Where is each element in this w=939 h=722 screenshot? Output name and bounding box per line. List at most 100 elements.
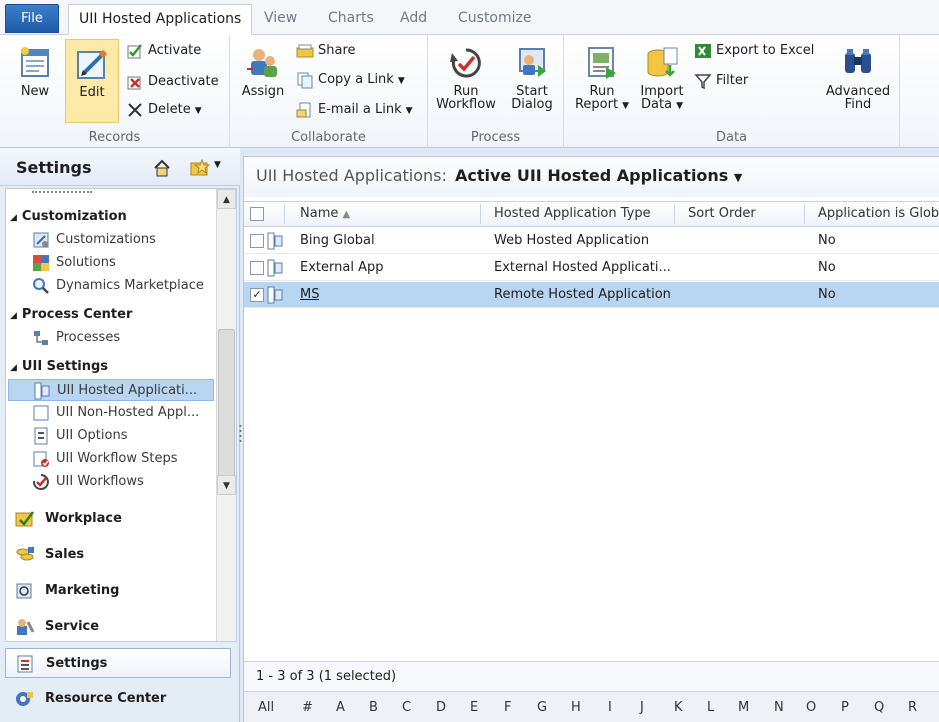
nav-item-customizations[interactable]: Customizations	[8, 229, 214, 251]
column-header-name[interactable]: Name ▲	[300, 202, 350, 226]
nav-item-uii-workflows[interactable]: UII Workflows	[8, 471, 214, 493]
tab-add[interactable]: Add	[390, 4, 437, 35]
row-checkbox[interactable]	[250, 261, 264, 275]
alpha-filter-f[interactable]: F	[504, 700, 511, 715]
email-link-button[interactable]: E-mail a Link ▼	[296, 99, 413, 121]
nav-list-scrollbar[interactable]: ▲ ▼	[216, 189, 236, 641]
filter-funnel-icon	[694, 73, 712, 89]
scroll-up-arrow-icon[interactable]: ▲	[217, 189, 236, 209]
alpha-filter-r[interactable]: R	[908, 700, 917, 715]
alpha-filter-d[interactable]: D	[436, 700, 446, 715]
section-customization[interactable]: ◢ Customization	[10, 209, 127, 224]
chevron-down-icon[interactable]: ▼	[214, 160, 221, 170]
tab-uii-hosted-applications[interactable]: UII Hosted Applications	[68, 4, 253, 35]
scrollbar-thumb[interactable]	[218, 329, 235, 479]
area-marketing[interactable]: Marketing	[5, 576, 231, 606]
tab-customize[interactable]: Customize	[448, 4, 542, 35]
export-to-excel-button[interactable]: Export to Excel	[694, 40, 814, 62]
nav-item-solutions[interactable]: Solutions	[8, 252, 214, 274]
activate-button[interactable]: Activate	[126, 40, 201, 62]
assign-button[interactable]: Assign	[236, 39, 290, 123]
area-resource-center[interactable]: Resource Center	[5, 684, 231, 714]
nav-item-uii-workflow-steps[interactable]: UII Workflow Steps	[8, 448, 214, 470]
new-button[interactable]: New	[8, 39, 62, 123]
view-selector[interactable]: Active UII Hosted Applications ▼	[455, 166, 742, 185]
run-report-label-line2: Report ▼	[570, 98, 634, 113]
main-view: UII Hosted Applications: Active UII Host…	[243, 156, 939, 722]
table-row[interactable]: Bing Global Web Hosted Application No	[244, 228, 939, 254]
alpha-filter-l[interactable]: L	[707, 700, 714, 715]
hosted-application-icon	[267, 259, 283, 277]
edit-button[interactable]: Edit	[65, 39, 119, 123]
alpha-filter-k[interactable]: K	[674, 700, 683, 715]
alpha-filter-g[interactable]: G	[537, 700, 547, 715]
alpha-filter-all[interactable]: All	[258, 700, 274, 715]
column-header-application-is-global[interactable]: Application is Glob	[818, 202, 939, 226]
run-report-button[interactable]: Run Report ▼	[570, 39, 634, 123]
tab-charts[interactable]: Charts	[318, 4, 384, 35]
nav-item-label: Customizations	[56, 232, 156, 247]
file-tab[interactable]: File	[5, 4, 59, 33]
area-sales[interactable]: Sales	[5, 540, 231, 570]
start-dialog-button[interactable]: Start Dialog	[504, 39, 560, 123]
column-header-hosted-application-type[interactable]: Hosted Application Type	[494, 202, 651, 226]
import-data-button[interactable]: Import Data ▼	[634, 39, 690, 123]
alpha-filter-q[interactable]: Q	[874, 700, 884, 715]
deactivate-button[interactable]: Deactivate	[126, 71, 219, 93]
advanced-find-button[interactable]: Advanced Find	[822, 39, 894, 123]
nav-item-uii-non-hosted-applications[interactable]: UII Non-Hosted Appl...	[8, 402, 214, 424]
column-separator[interactable]	[480, 204, 481, 224]
select-all-checkbox[interactable]	[250, 207, 264, 221]
import-data-label-text: Data	[641, 97, 673, 112]
tab-view[interactable]: View	[254, 4, 307, 35]
alpha-filter-e[interactable]: E	[470, 700, 478, 715]
nav-item-uii-hosted-applications[interactable]: UII Hosted Applicati...	[8, 379, 214, 401]
sort-ascending-icon: ▲	[342, 209, 351, 220]
section-uii-settings[interactable]: ◢ UII Settings	[10, 359, 108, 374]
nav-item-processes[interactable]: Processes	[8, 327, 214, 349]
alpha-filter-n[interactable]: N	[774, 700, 784, 715]
alpha-filter-j[interactable]: J	[640, 700, 644, 715]
section-process-center[interactable]: ◢ Process Center	[10, 307, 132, 322]
alpha-filter-h[interactable]: H	[571, 700, 581, 715]
scroll-down-arrow-icon[interactable]: ▼	[217, 475, 236, 495]
alpha-filter-b[interactable]: B	[369, 700, 378, 715]
area-settings[interactable]: Settings	[5, 648, 231, 678]
row-checkbox[interactable]: ✓	[250, 288, 264, 302]
nav-item-uii-options[interactable]: UII Options	[8, 425, 214, 447]
nav-item-label: Processes	[56, 330, 121, 345]
alpha-filter-m[interactable]: M	[738, 700, 749, 715]
collapse-triangle-icon: ◢	[10, 213, 17, 223]
run-workflow-button[interactable]: Run Workflow	[434, 39, 498, 123]
share-button[interactable]: Share	[296, 40, 356, 62]
column-separator[interactable]	[674, 204, 675, 224]
alpha-filter-p[interactable]: P	[841, 700, 849, 715]
column-header-sort-order[interactable]: Sort Order	[688, 202, 756, 226]
cell-name-link[interactable]: MS	[300, 282, 319, 308]
nav-item-dynamics-marketplace[interactable]: Dynamics Marketplace	[8, 275, 214, 297]
run-report-icon	[588, 47, 616, 79]
column-separator[interactable]	[804, 204, 805, 224]
delete-button[interactable]: Delete ▼	[126, 99, 202, 121]
collapse-triangle-icon: ◢	[10, 311, 17, 321]
alpha-filter-i[interactable]: I	[608, 700, 612, 715]
area-service[interactable]: Service	[5, 612, 231, 642]
non-hosted-application-icon	[33, 405, 49, 421]
row-checkbox[interactable]	[250, 234, 264, 248]
alpha-filter-a[interactable]: A	[336, 700, 345, 715]
alpha-filter-hash[interactable]: #	[302, 700, 313, 715]
area-workplace[interactable]: Workplace	[5, 504, 231, 534]
table-row[interactable]: ✓ MS Remote Hosted Application No	[244, 282, 939, 308]
nav-item-label: Solutions	[56, 255, 116, 270]
home-icon[interactable]	[152, 158, 172, 178]
table-row[interactable]: External App External Hosted Applicati..…	[244, 255, 939, 281]
delete-x-icon	[128, 102, 142, 117]
cell-name[interactable]: Bing Global	[300, 228, 375, 254]
filter-button[interactable]: Filter	[694, 70, 748, 92]
edit-pencil-icon	[77, 49, 108, 79]
alpha-filter-c[interactable]: C	[402, 700, 411, 715]
copy-link-button[interactable]: Copy a Link ▼	[296, 69, 405, 91]
cell-name[interactable]: External App	[300, 255, 383, 281]
alpha-filter-o[interactable]: O	[806, 700, 816, 715]
favorites-folder-icon[interactable]	[190, 158, 212, 178]
